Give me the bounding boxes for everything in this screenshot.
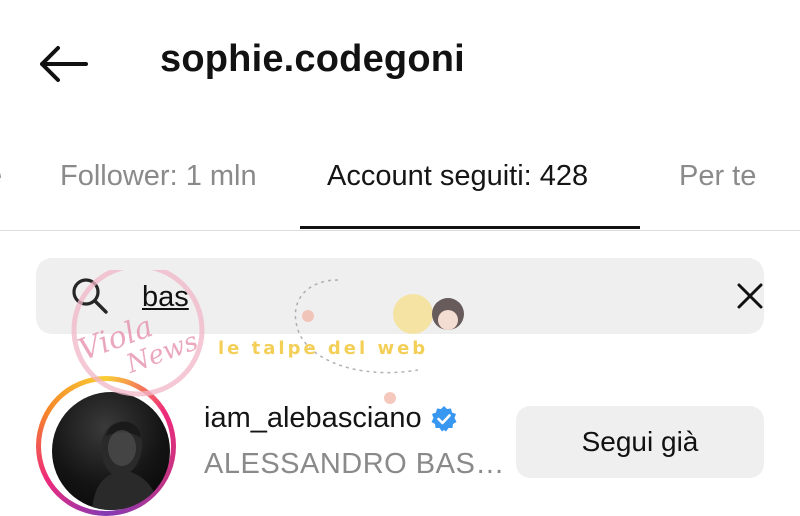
divider (0, 230, 800, 231)
tab-following[interactable]: Account seguiti: 428 (327, 160, 588, 193)
following-button[interactable]: Segui già (516, 406, 764, 478)
page-title: sophie.codegoni (160, 38, 465, 80)
arrow-left-icon (40, 46, 88, 82)
list-item[interactable]: iam_alebasciano ALESSANDRO BAS… Segui gi… (0, 372, 800, 516)
tab-for-you[interactable]: Per te (679, 160, 756, 193)
verified-badge-icon (430, 405, 458, 433)
username-row: iam_alebasciano (204, 402, 458, 435)
top-bar: sophie.codegoni (0, 0, 800, 125)
close-icon[interactable] (736, 282, 764, 310)
profile-photo (92, 421, 160, 510)
active-tab-indicator (300, 226, 640, 229)
full-name: ALESSANDRO BAS… (204, 448, 505, 480)
avatar-gap (41, 381, 171, 511)
username[interactable]: iam_alebasciano (204, 402, 422, 435)
back-button[interactable] (34, 40, 90, 88)
search-icon (72, 278, 108, 314)
tab-followers[interactable]: Follower: 1 mln (60, 160, 257, 193)
story-ring[interactable] (36, 376, 176, 516)
avatar (52, 392, 170, 510)
search-input[interactable] (140, 272, 684, 322)
svg-text:le talpe del web: le talpe del web (218, 338, 428, 359)
tab-bar: e Follower: 1 mln Account seguiti: 428 P… (0, 150, 800, 230)
search-bar[interactable] (36, 258, 764, 334)
tab-partial[interactable]: e (0, 160, 6, 193)
